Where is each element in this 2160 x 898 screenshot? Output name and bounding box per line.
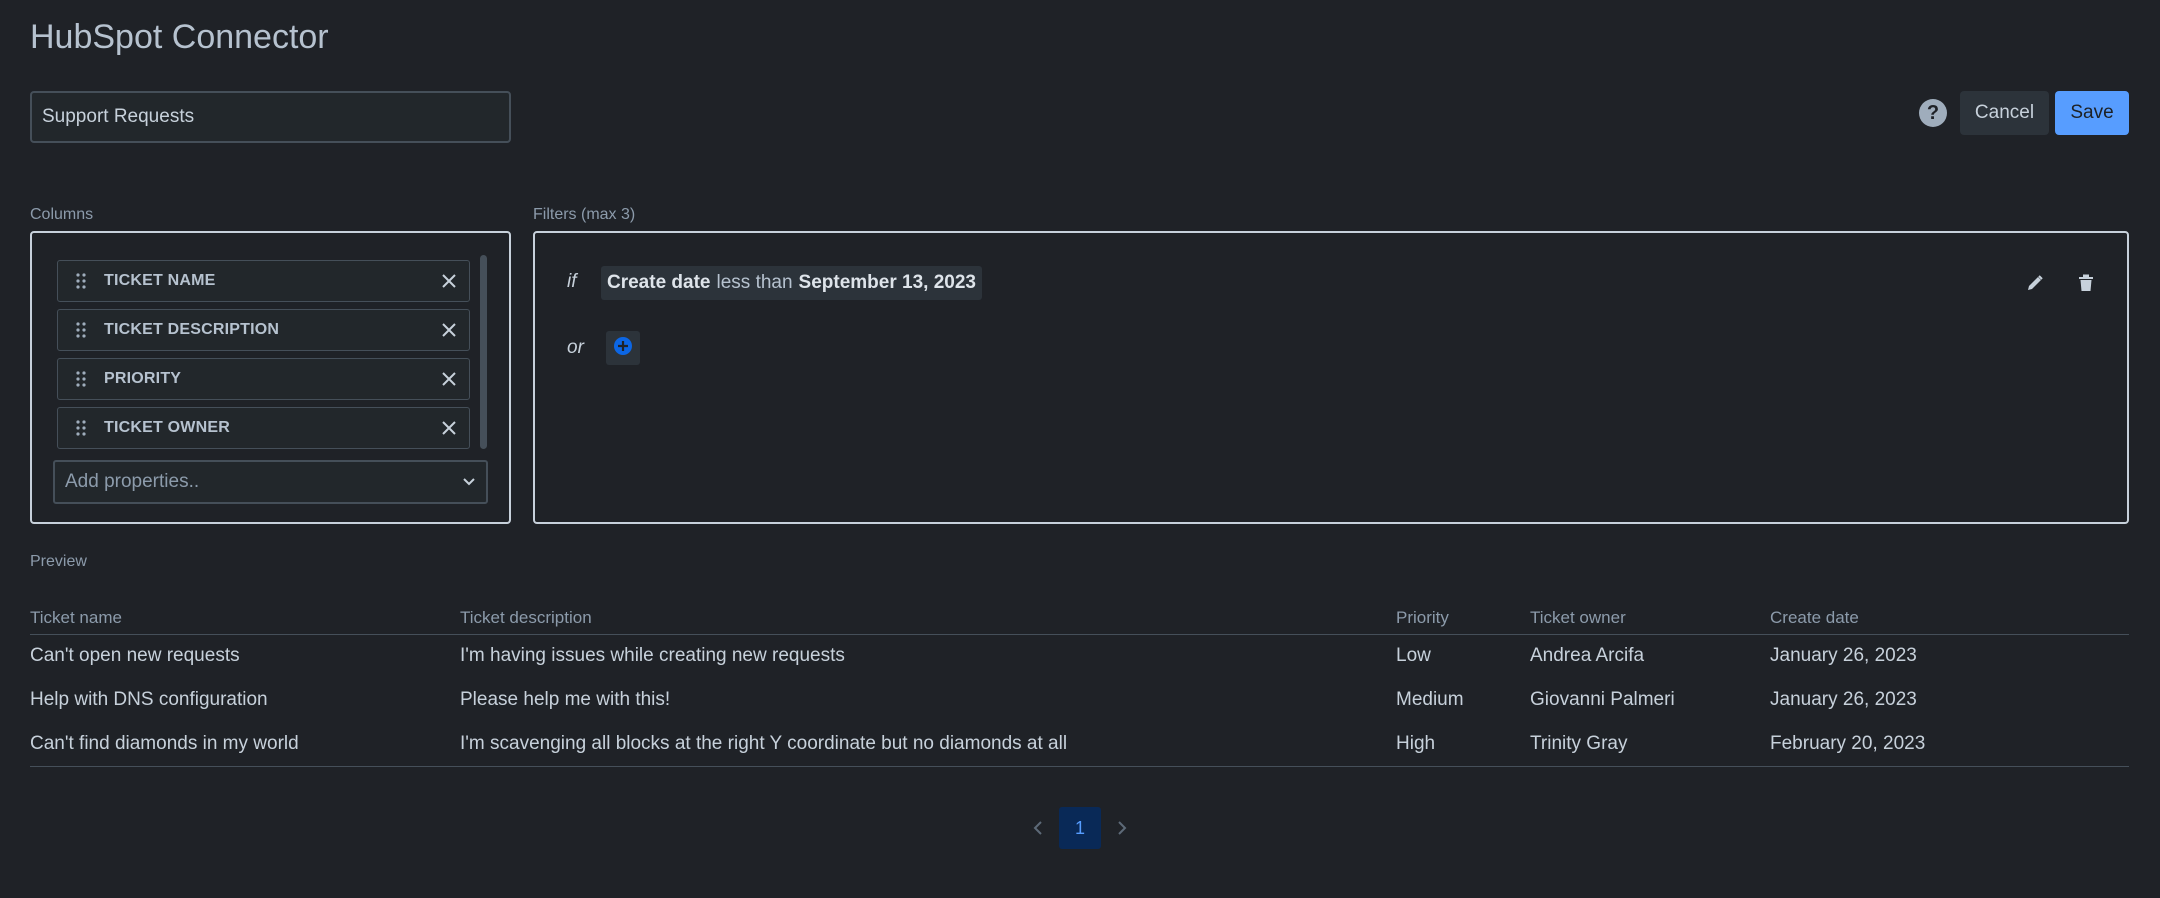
table-cell: Please help me with this!: [460, 689, 671, 710]
column-item-label: PRIORITY: [104, 370, 182, 387]
cancel-button[interactable]: Cancel: [1960, 91, 2049, 135]
add-filter-button[interactable]: [606, 331, 640, 365]
columns-scrollbar[interactable]: [480, 255, 487, 449]
preview-table: Ticket name Ticket description Priority …: [30, 602, 2129, 767]
table-row: Can't open new requests I'm having issue…: [30, 634, 2129, 678]
column-header: Priority: [1396, 602, 1530, 635]
column-item-label: TICKET OWNER: [104, 419, 230, 436]
connector-name-input[interactable]: [30, 91, 511, 143]
chevron-left-icon[interactable]: [1025, 807, 1051, 849]
column-header: Ticket description: [460, 602, 1396, 635]
pencil-icon[interactable]: [2021, 269, 2049, 297]
table-row: Help with DNS configuration Please help …: [30, 678, 2129, 722]
drag-handle-icon[interactable]: [58, 371, 104, 387]
pagination-page[interactable]: 1: [1059, 807, 1101, 849]
close-icon[interactable]: [429, 310, 469, 350]
filter-if-label: if: [567, 271, 577, 292]
column-item-priority[interactable]: PRIORITY: [57, 358, 470, 400]
table-cell: January 26, 2023: [1770, 689, 1917, 710]
column-item-ticket-name[interactable]: TICKET NAME: [57, 260, 470, 302]
column-header: Ticket owner: [1530, 602, 1770, 635]
close-icon[interactable]: [429, 408, 469, 448]
filter-field: Create date: [607, 272, 711, 293]
filters-label: Filters (max 3): [533, 206, 636, 223]
table-header-row: Ticket name Ticket description Priority …: [30, 602, 2129, 635]
table-cell: I'm scavenging all blocks at the right Y…: [460, 722, 1396, 767]
save-button[interactable]: Save: [2055, 91, 2129, 135]
hubspot-connector-page: HubSpot Connector ? Cancel Save Columns …: [0, 0, 2160, 898]
drag-handle-icon[interactable]: [58, 273, 104, 289]
preview-label: Preview: [30, 553, 87, 570]
table-cell: Andrea Arcifa: [1530, 645, 1645, 667]
filter-operator: less than: [716, 272, 793, 293]
chevron-right-icon[interactable]: [1109, 807, 1135, 849]
table-cell: Can't open new requests: [30, 645, 240, 667]
page-title: HubSpot Connector: [30, 18, 329, 56]
filter-or-label: or: [567, 337, 584, 358]
table-row: Can't find diamonds in my world I'm scav…: [30, 722, 2129, 767]
close-icon[interactable]: [429, 359, 469, 399]
table-cell: February 20, 2023: [1770, 722, 2129, 767]
column-header: Ticket name: [30, 602, 460, 635]
table-cell: Medium: [1396, 689, 1464, 710]
trash-icon[interactable]: [2072, 269, 2100, 297]
table-cell: January 26, 2023: [1770, 645, 1917, 667]
plus-circle-icon: [613, 336, 633, 361]
column-item-ticket-description[interactable]: TICKET DESCRIPTION: [57, 309, 470, 351]
drag-handle-icon[interactable]: [58, 420, 104, 436]
table-cell: Can't find diamonds in my world: [30, 722, 460, 767]
column-item-label: TICKET DESCRIPTION: [104, 321, 280, 338]
filter-condition-chip[interactable]: Create date less than September 13, 2023: [601, 266, 982, 300]
columns-label: Columns: [30, 206, 94, 223]
table-cell: High: [1396, 722, 1530, 767]
column-item-label: TICKET NAME: [104, 272, 216, 289]
drag-handle-icon[interactable]: [58, 322, 104, 338]
close-icon[interactable]: [429, 261, 469, 301]
column-header: Create date: [1770, 602, 2129, 635]
filter-value: September 13, 2023: [798, 272, 976, 293]
table-cell: Trinity Gray: [1530, 722, 1770, 767]
table-cell: Giovanni Palmeri: [1530, 689, 1675, 710]
chevron-down-icon: [462, 473, 476, 491]
help-icon[interactable]: ?: [1919, 99, 1947, 127]
table-cell: I'm having issues while creating new req…: [460, 645, 845, 667]
add-properties-placeholder: Add properties..: [65, 471, 200, 492]
table-cell: Low: [1396, 645, 1431, 667]
columns-panel: TICKET NAME TICKET DESCRIPTION PRIORITY: [30, 231, 511, 524]
table-cell: Help with DNS configuration: [30, 689, 268, 710]
filters-panel: if Create date less than September 13, 2…: [533, 231, 2129, 524]
add-properties-select[interactable]: Add properties..: [53, 460, 488, 504]
column-item-ticket-owner[interactable]: TICKET OWNER: [57, 407, 470, 449]
